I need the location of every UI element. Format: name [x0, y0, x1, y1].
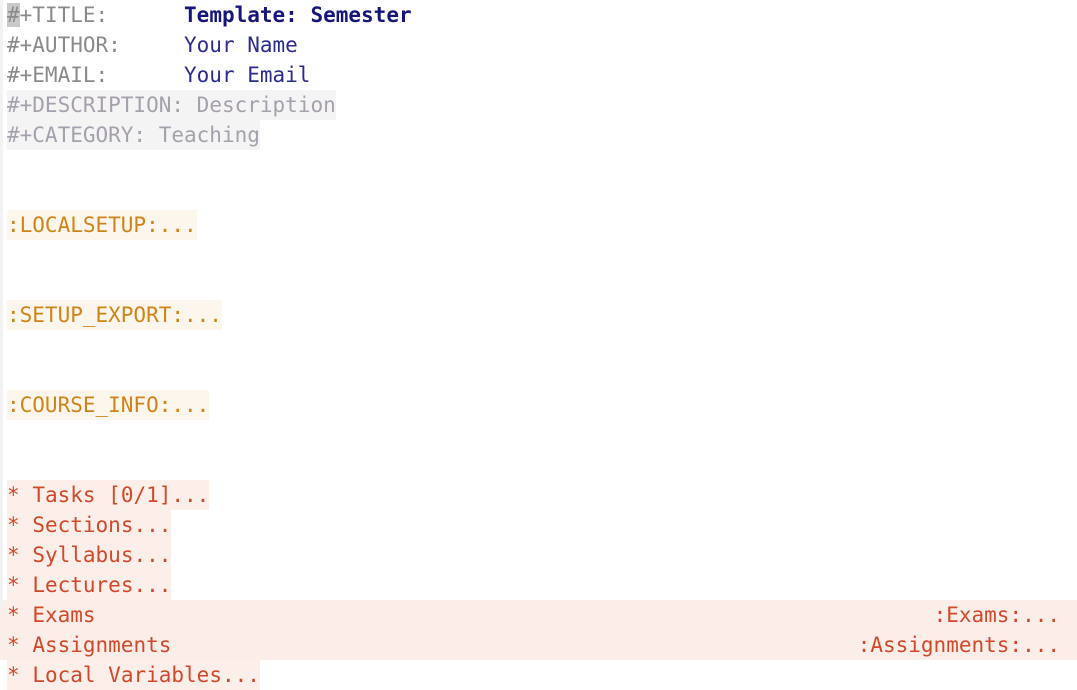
headline-lectures[interactable]: * Lectures...	[7, 570, 172, 600]
keyword-category-value: Teaching	[158, 123, 260, 147]
keyword-author-label: #+AUTHOR:	[7, 33, 121, 57]
headline-stars: *	[7, 663, 20, 687]
keyword-line-author[interactable]: #+AUTHOR: Your Name	[0, 30, 1077, 60]
keyword-author-value: Your Name	[184, 33, 298, 57]
keyword-email-pad	[108, 63, 184, 87]
headline-row-exams[interactable]: * Exams:Exams:...	[0, 600, 1077, 630]
headline-tasks-title: Tasks [0/1]...	[32, 483, 210, 507]
keyword-line-description[interactable]: #+DESCRIPTION: Description	[0, 90, 1077, 120]
headline-row-local-variables[interactable]: * Local Variables...	[0, 660, 1077, 690]
keyword-author-pad	[121, 33, 184, 57]
keyword-line-category[interactable]: #+CATEGORY: Teaching	[0, 120, 1077, 150]
keyword-line-title[interactable]: #+TITLE: Template: Semester	[0, 0, 1077, 30]
headline-row-syllabus[interactable]: * Syllabus...	[0, 540, 1077, 570]
keyword-description-label: #+DESCRIPTION:	[7, 93, 185, 117]
headline-assignments-tag[interactable]: :Assignments:...	[858, 630, 1060, 660]
keyword-category-label: #+CATEGORY:	[7, 123, 147, 147]
headline-stars: *	[7, 573, 20, 597]
keyword-description-value: Description	[196, 93, 336, 117]
headline-lectures-title: Lectures...	[32, 573, 172, 597]
drawer-line-setup-export[interactable]: :SETUP_EXPORT:...	[0, 300, 1077, 330]
keyword-email-value: Your Email	[184, 63, 311, 87]
drawer-localsetup[interactable]: :LOCALSETUP:...	[7, 210, 197, 240]
headline-stars: *	[7, 513, 20, 537]
headline-local-variables[interactable]: * Local Variables...	[7, 660, 260, 690]
text-cursor: #	[7, 3, 20, 27]
left-fringe	[0, 0, 3, 607]
keyword-description-text: #+DESCRIPTION: Description	[7, 90, 336, 120]
keyword-title-value: Template: Semester	[184, 3, 412, 27]
headline-local-variables-title: Local Variables...	[32, 663, 260, 687]
drawer-line-course-info[interactable]: :COURSE_INFO:...	[0, 390, 1077, 420]
headline-exams-tag[interactable]: :Exams:...	[934, 600, 1060, 630]
org-buffer[interactable]: #+TITLE: Template: Semester #+AUTHOR: Yo…	[0, 0, 1077, 690]
headline-row-lectures[interactable]: * Lectures...	[0, 570, 1077, 600]
keyword-email-label: #+EMAIL:	[7, 63, 109, 87]
drawer-line-localsetup[interactable]: :LOCALSETUP:...	[0, 210, 1077, 240]
keyword-title-pad	[108, 3, 184, 27]
headline-syllabus-title: Syllabus...	[32, 543, 172, 567]
drawer-course-info[interactable]: :COURSE_INFO:...	[7, 390, 210, 420]
headline-tasks[interactable]: * Tasks [0/1]...	[7, 480, 210, 510]
headline-row-assignments[interactable]: * Assignments :Assignments:...	[0, 630, 1077, 660]
keyword-description-pad	[184, 93, 197, 117]
keyword-title-rest: +TITLE:	[19, 3, 109, 27]
keyword-category-pad	[146, 123, 159, 147]
headline-assignments-title: Assignments	[32, 633, 172, 657]
headline-stars: *	[7, 633, 20, 657]
drawer-setup-export[interactable]: :SETUP_EXPORT:...	[7, 300, 222, 330]
headline-row-sections[interactable]: * Sections...	[0, 510, 1077, 540]
keyword-category-text: #+CATEGORY: Teaching	[7, 120, 260, 150]
keyword-line-email[interactable]: #+EMAIL: Your Email	[0, 60, 1077, 90]
headline-sections-title: Sections...	[32, 513, 172, 537]
headline-stars: *	[7, 543, 20, 567]
headline-stars: *	[7, 483, 20, 507]
headline-syllabus[interactable]: * Syllabus...	[7, 540, 172, 570]
headline-row-tasks[interactable]: * Tasks [0/1]...	[0, 480, 1077, 510]
headline-sections[interactable]: * Sections...	[7, 510, 172, 540]
